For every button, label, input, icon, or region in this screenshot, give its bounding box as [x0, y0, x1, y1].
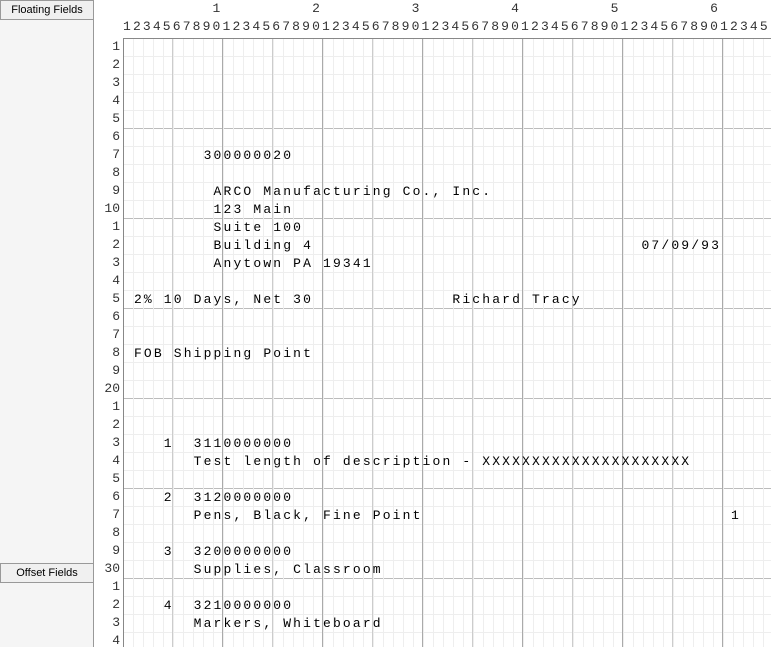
row-label: 4 — [94, 92, 123, 110]
row-label: 2 — [94, 416, 123, 434]
row-label: 3 — [94, 74, 123, 92]
row-label: 3 — [94, 434, 123, 452]
row-label: 4 — [94, 632, 123, 647]
field-terms-buyer: 2% 10 Days, Net 30 Richard Tracy — [124, 291, 582, 309]
floating-fields-tab[interactable]: Floating Fields — [0, 0, 93, 20]
horizontal-ruler: 1 2 3 4 5 6 1234567890123456789012345678… — [123, 0, 771, 38]
row-label: 20 — [94, 380, 123, 398]
sidebar-spacer — [0, 20, 93, 563]
main-area: 1 2 3 4 5 6 1234567890123456789012345678… — [94, 0, 771, 647]
sidebar-bottom-pad — [0, 583, 93, 647]
row-label: 8 — [94, 164, 123, 182]
row-label: 2 — [94, 236, 123, 254]
row-label: 30 — [94, 560, 123, 578]
row-label: 3 — [94, 254, 123, 272]
line-item-2-num: 2 3120000000 — [124, 489, 293, 507]
row-label: 1 — [94, 218, 123, 236]
row-label: 9 — [94, 362, 123, 380]
offset-fields-tab[interactable]: Offset Fields — [0, 563, 93, 583]
row-label: 5 — [94, 290, 123, 308]
field-city-state: Anytown PA 19341 — [124, 255, 373, 273]
vertical-ruler: 1 2 3 4 5 6 7 8 9 10 1 2 3 4 5 6 7 8 9 2… — [94, 38, 123, 647]
row-label: 1 — [94, 38, 123, 56]
row-label: 2 — [94, 56, 123, 74]
field-fob: FOB Shipping Point — [124, 345, 313, 363]
row-label: 7 — [94, 146, 123, 164]
line-item-4-desc: Markers, Whiteboard — [124, 615, 383, 633]
line-item-4-num: 4 3210000000 — [124, 597, 293, 615]
field-addr-3-date: Building 4 07/09/93 — [124, 237, 721, 255]
row-label: 1 — [94, 398, 123, 416]
line-item-3-num: 3 3200000000 — [124, 543, 293, 561]
layout-canvas[interactable]: 300000020 ARCO Manufacturing Co., Inc. 1… — [123, 38, 771, 647]
row-label: 7 — [94, 506, 123, 524]
line-item-2-desc: Pens, Black, Fine Point 1 — [124, 507, 741, 525]
row-label: 9 — [94, 542, 123, 560]
line-item-3-desc: Supplies, Classroom — [124, 561, 383, 579]
row-label: 6 — [94, 128, 123, 146]
row-label: 10 — [94, 200, 123, 218]
field-po-number: 300000020 — [124, 147, 293, 165]
row-label: 1 — [94, 578, 123, 596]
row-label: 9 — [94, 182, 123, 200]
row-label: 4 — [94, 452, 123, 470]
field-addr-1: 123 Main — [124, 201, 293, 219]
row-label: 7 — [94, 326, 123, 344]
row-label: 8 — [94, 344, 123, 362]
row-label: 4 — [94, 272, 123, 290]
ruler-tens: 1 2 3 4 5 6 — [123, 0, 771, 18]
row-label: 2 — [94, 596, 123, 614]
row-label: 3 — [94, 614, 123, 632]
row-label: 5 — [94, 470, 123, 488]
field-vendor-name: ARCO Manufacturing Co., Inc. — [124, 183, 492, 201]
ruler-ones: 1234567890123456789012345678901234567890… — [123, 18, 771, 36]
report-layout-designer: Floating Fields Offset Fields 1 2 3 4 5 … — [0, 0, 771, 647]
row-label: 8 — [94, 524, 123, 542]
row-label: 6 — [94, 488, 123, 506]
field-addr-2: Suite 100 — [124, 219, 303, 237]
line-item-1-desc: Test length of description - XXXXXXXXXXX… — [124, 453, 691, 471]
row-label: 6 — [94, 308, 123, 326]
sidebar: Floating Fields Offset Fields — [0, 0, 94, 647]
row-label: 5 — [94, 110, 123, 128]
line-item-1-num: 1 3110000000 — [124, 435, 293, 453]
